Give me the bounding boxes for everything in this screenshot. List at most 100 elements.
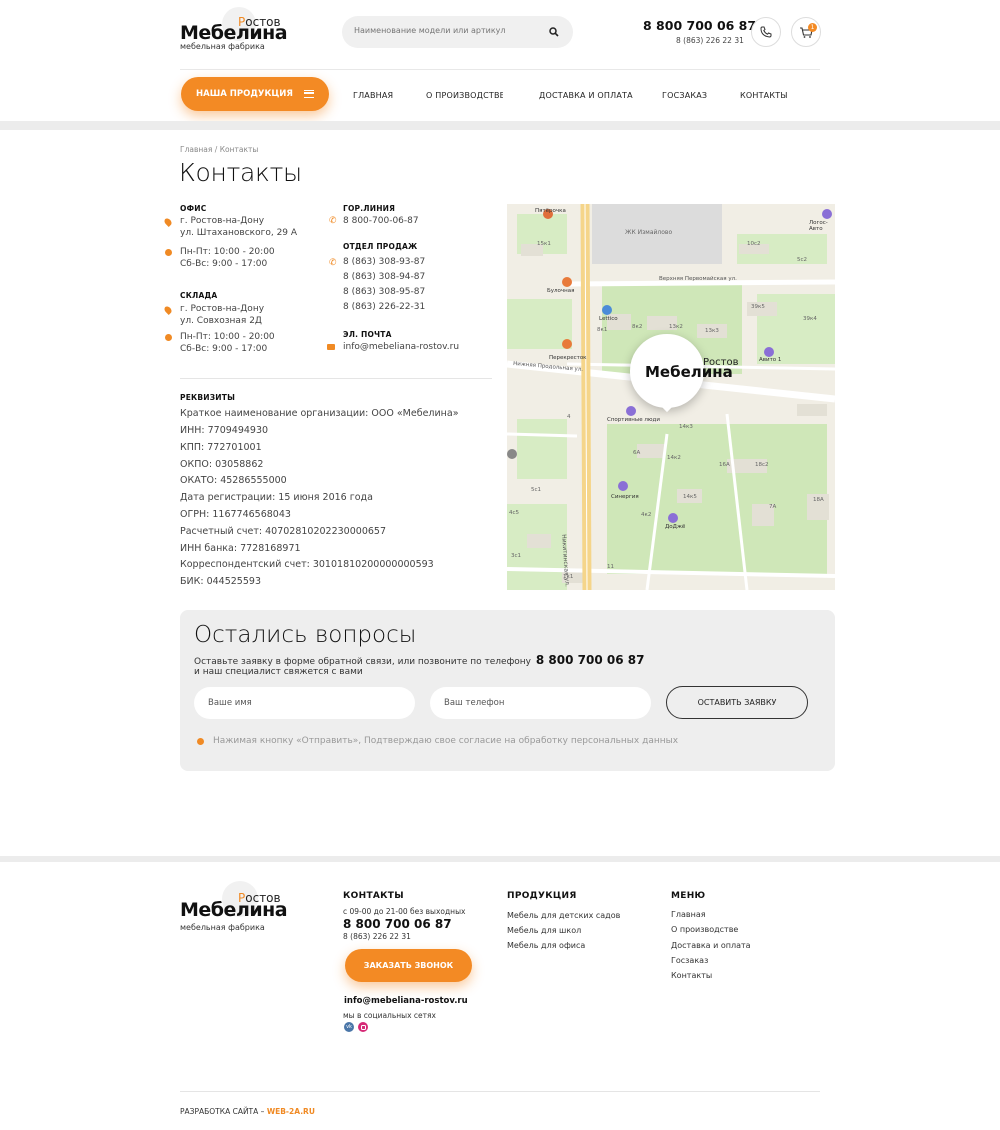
map-marker[interactable]: Ростов Мебелина <box>630 334 738 413</box>
name-field-placeholder: Ваше имя <box>208 698 252 708</box>
order-call-button[interactable]: ЗАКАЗАТЬ ЗВОНОК <box>345 949 472 982</box>
question-title: Остались вопросы <box>194 622 417 648</box>
footer-menu-link[interactable]: Госзаказ <box>671 956 708 965</box>
logo-name: Мебелина <box>180 899 288 921</box>
mail-icon <box>327 344 335 350</box>
sales-phone-3[interactable]: 8 (863) 308-95-87 <box>343 286 425 298</box>
map-label: Спортивные люди <box>607 417 660 423</box>
logo-name: Мебелина <box>180 22 288 44</box>
clock-icon <box>165 334 172 341</box>
map-label: 15к1 <box>537 241 551 247</box>
phone-field-placeholder: Ваш телефон <box>444 698 505 708</box>
footer-logo[interactable]: Ростов Мебелина мебельная фабрика <box>180 881 290 933</box>
map-label: 4 <box>567 414 571 420</box>
map-label: 1к1 <box>563 574 574 580</box>
sales-phone-2[interactable]: 8 (863) 308-94-87 <box>343 271 425 283</box>
hotline-phone[interactable]: 8 800-700-06-87 <box>343 215 419 227</box>
developer-link[interactable]: WEB-2A.RU <box>267 1107 315 1116</box>
requisites-title: РЕКВИЗИТЫ <box>180 393 236 402</box>
footer-hours: с 09-00 до 21-00 без выходных <box>343 907 466 916</box>
sales-phone-1[interactable]: 8 (863) 308-93-87 <box>343 256 425 268</box>
nav-item-delivery[interactable]: ДОСТАВКА И ОПЛАТА <box>539 91 633 100</box>
hamburger-icon <box>303 89 314 98</box>
footer-menu-link[interactable]: Контакты <box>671 971 712 980</box>
consent-checkbox[interactable] <box>197 738 204 745</box>
footer-email[interactable]: info@mebeliana-rostov.ru <box>344 996 468 1006</box>
footer-band <box>0 856 1000 862</box>
office-title: ОФИС <box>180 204 207 213</box>
map-label: Верхняя Первомайская ул. <box>659 276 737 282</box>
question-text-1: Оставьте заявку в форме обратной связи, … <box>194 657 532 667</box>
requisite-line: ИНН: 7709494930 <box>180 425 269 436</box>
footer-menu-link[interactable]: О производстве <box>671 925 738 934</box>
phone-field[interactable]: Ваш телефон <box>430 687 651 719</box>
footer-phone-local[interactable]: 8 (863) 226 22 31 <box>343 932 411 941</box>
logo-tagline: мебельная фабрика <box>180 923 265 932</box>
consent-text: Нажимая кнопку «Отправить», Подтверждаю … <box>213 736 679 746</box>
question-text-2: и наш специалист свяжется с вами <box>194 667 363 677</box>
map-label: Булочная <box>547 288 575 294</box>
cart-button[interactable]: 1 <box>791 17 821 47</box>
products-menu-button[interactable]: НАША ПРОДУКЦИЯ <box>181 77 329 111</box>
sales-phone-4[interactable]: 8 (863) 226-22-31 <box>343 301 425 313</box>
map-marker-name: Мебелина <box>645 363 733 381</box>
office-hours-2: Сб-Вс: 9:00 - 17:00 <box>180 259 268 269</box>
footer-product-link[interactable]: Мебель для офиса <box>507 941 585 950</box>
header-logo[interactable]: Ростов Мебелина мебельная фабрика <box>180 7 290 54</box>
map-label: Синергия <box>611 494 639 500</box>
map-label: ДоДжё <box>665 524 686 530</box>
developer-credit: РАЗРАБОТКА САЙТА – WEB-2A.RU <box>180 1107 315 1116</box>
submit-request-label: ОСТАВИТЬ ЗАЯВКУ <box>697 698 777 707</box>
map-label: 4к2 <box>641 512 652 518</box>
header-phone-main[interactable]: 8 800 700 06 87 <box>643 18 756 33</box>
order-call-label: ЗАКАЗАТЬ ЗВОНОК <box>363 961 454 970</box>
clock-icon <box>165 249 172 256</box>
hotline-title: ГОР.ЛИНИЯ <box>343 204 396 213</box>
search-icon[interactable] <box>549 27 559 37</box>
cart-count-badge: 1 <box>808 23 817 32</box>
developer-label: РАЗРАБОТКА САЙТА – <box>180 1107 265 1116</box>
map-label: 14к2 <box>667 455 681 461</box>
requisite-line: Корреспондентский счет: 3010181020000000… <box>180 559 434 570</box>
nav-item-home[interactable]: ГЛАВНАЯ <box>353 91 393 100</box>
requisite-line: КПП: 772701001 <box>180 442 262 453</box>
warehouse-hours-1: Пн-Пт: 10:00 - 20:00 <box>180 332 275 342</box>
footer-menu-link[interactable]: Доставка и оплата <box>671 941 751 950</box>
map-label: 11 <box>607 564 614 570</box>
requisite-line: ОКПО: 03058862 <box>180 459 264 470</box>
products-menu-label: НАША ПРОДУКЦИЯ <box>196 89 293 99</box>
nav-item-production[interactable]: О ПРОИЗВОДСТВЕ <box>426 91 503 100</box>
office-address-1: г. Ростов-на-Дону <box>180 216 265 226</box>
warehouse-title: СКЛАДА <box>180 291 218 300</box>
map-label: 13к2 <box>669 324 683 330</box>
sales-title: ОТДЕЛ ПРОДАЖ <box>343 242 418 251</box>
warehouse-address-1: г. Ростов-на-Дону <box>180 304 265 314</box>
header-divider <box>180 69 820 70</box>
submit-request-button[interactable]: ОСТАВИТЬ ЗАЯВКУ <box>666 686 808 719</box>
warehouse-hours-2: Сб-Вс: 9:00 - 17:00 <box>180 344 268 354</box>
header-phone-local[interactable]: 8 (863) 226 22 31 <box>676 36 744 45</box>
map-label: 16А <box>719 462 730 468</box>
instagram-icon[interactable] <box>358 1022 368 1032</box>
search-box[interactable] <box>342 16 573 48</box>
footer-phone-main[interactable]: 8 800 700 06 87 <box>343 917 452 931</box>
map-label: 5с2 <box>797 257 808 263</box>
breadcrumb[interactable]: Главная / Контакты <box>180 145 258 154</box>
callback-button[interactable] <box>751 17 781 47</box>
question-phone[interactable]: 8 800 700 06 87 <box>536 653 645 667</box>
footer-social-label: мы в социальных сетях <box>343 1011 436 1020</box>
footer-menu-link[interactable]: Главная <box>671 910 706 919</box>
footer-product-link[interactable]: Мебель для школ <box>507 926 581 935</box>
nav-item-gov-order[interactable]: ГОСЗАКАЗ <box>662 91 707 100</box>
location-map[interactable]: Пятёрочка ЖК Измайлово Логос-Авто Верхня… <box>507 204 835 590</box>
map-label: 14к5 <box>683 494 697 500</box>
nav-item-contacts[interactable]: КОНТАКТЫ <box>740 91 788 100</box>
header-band <box>0 121 1000 130</box>
footer-product-link[interactable]: Мебель для детских садов <box>507 911 620 920</box>
footer-contacts-title: КОНТАКТЫ <box>343 891 404 901</box>
search-input[interactable] <box>354 26 534 35</box>
location-pin-icon <box>163 217 173 227</box>
email-link[interactable]: info@mebeliana-rostov.ru <box>343 341 459 353</box>
vk-icon[interactable]: vk <box>344 1022 354 1032</box>
name-field[interactable]: Ваше имя <box>194 687 415 719</box>
